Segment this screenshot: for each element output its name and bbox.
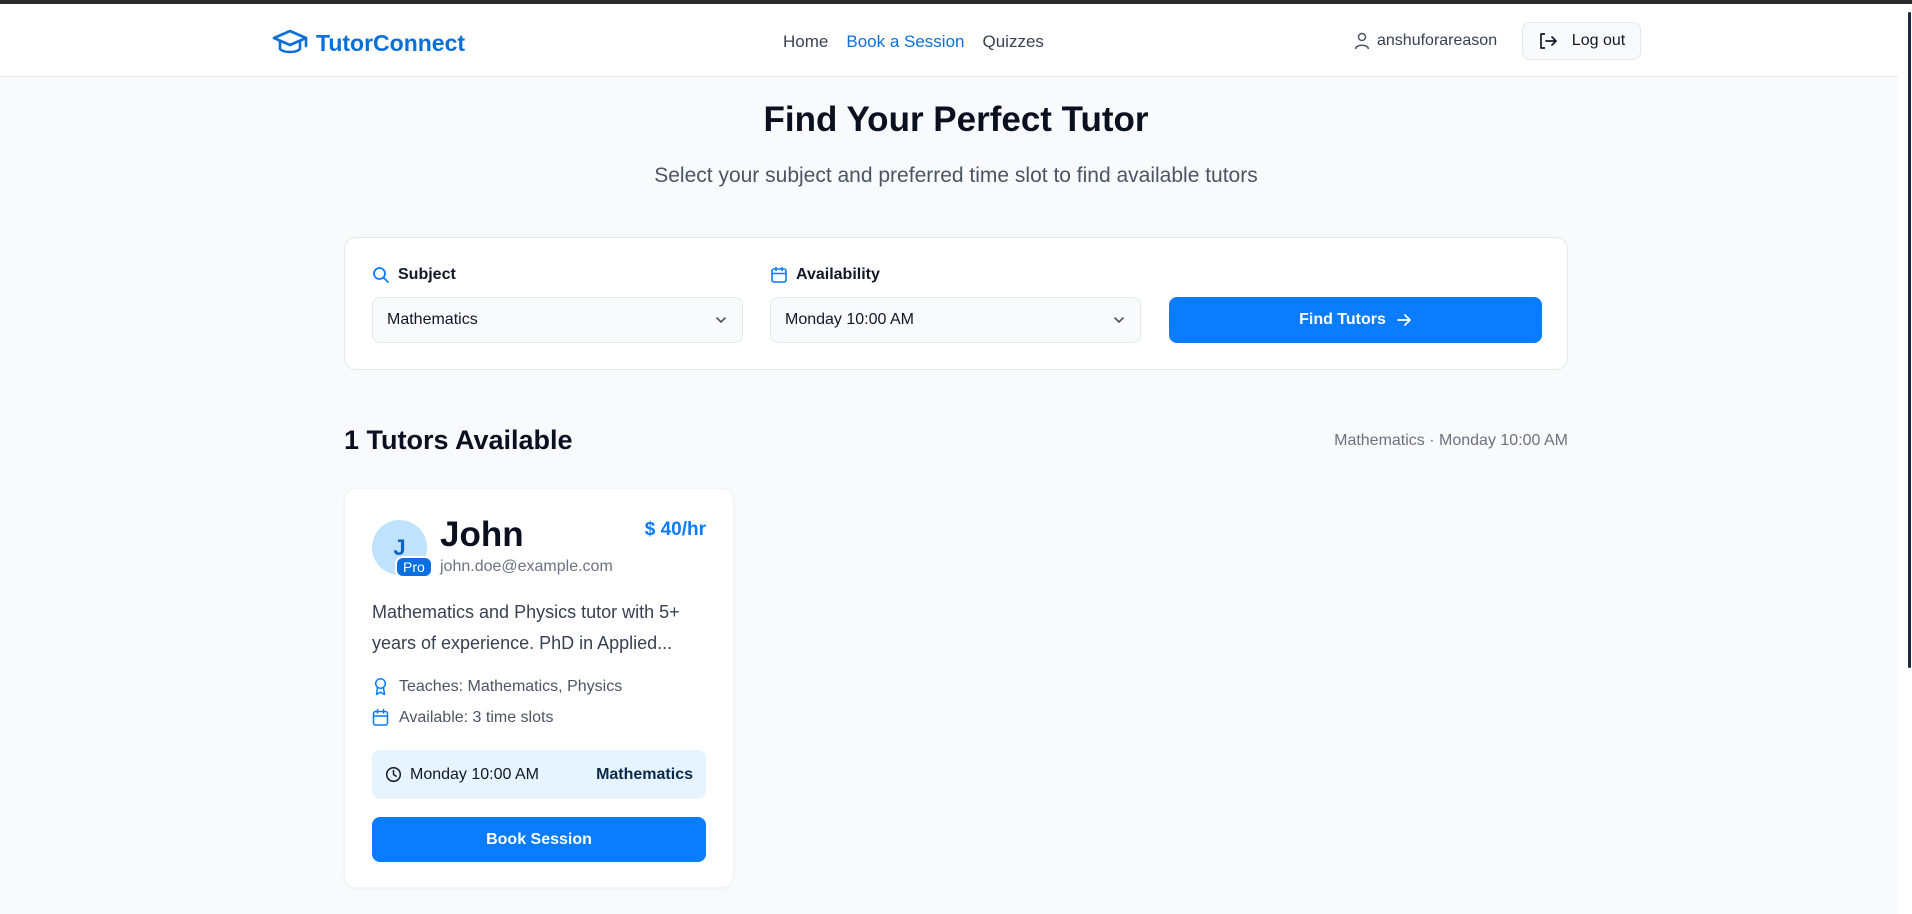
nav-quizzes[interactable]: Quizzes — [983, 32, 1044, 52]
user-icon — [1354, 32, 1370, 50]
calendar-icon — [771, 266, 787, 283]
nav-home[interactable]: Home — [783, 32, 828, 52]
subject-select-value: Mathematics — [387, 311, 478, 328]
tutor-rate-value: 40/hr — [660, 519, 706, 540]
tutor-card: J Pro John john.doe@example.com $ 40/hr … — [344, 488, 734, 888]
nav-book-session[interactable]: Book a Session — [846, 32, 964, 52]
scrollbar-thumb[interactable] — [1908, 12, 1911, 668]
calendar-icon — [372, 708, 389, 726]
availability-select[interactable]: Monday 10:00 AM — [770, 297, 1141, 343]
find-tutors-button[interactable]: Find Tutors — [1169, 297, 1542, 343]
pro-badge: Pro — [395, 556, 433, 578]
dollar-icon: $ — [644, 519, 656, 540]
tutor-bio: Mathematics and Physics tutor with 5+ ye… — [372, 602, 680, 653]
logout-label: Log out — [1571, 32, 1626, 49]
subject-label: Subject — [372, 266, 456, 284]
subject-label-text: Subject — [398, 266, 456, 283]
logout-button[interactable]: Log out — [1522, 22, 1641, 60]
search-icon — [373, 267, 389, 283]
tutor-available: Available: 3 time slots — [399, 708, 554, 726]
chevron-down-icon — [1114, 317, 1124, 323]
clock-icon — [385, 766, 402, 783]
subject-select[interactable]: Mathematics — [372, 297, 743, 343]
find-tutors-label: Find Tutors — [1299, 311, 1386, 328]
results-filter-summary: Mathematics · Monday 10:00 AM — [1334, 432, 1568, 449]
availability-select-value: Monday 10:00 AM — [785, 311, 914, 328]
top-navbar: TutorConnect Home Book a Session Quizzes… — [0, 4, 1912, 77]
username: anshuforareason — [1377, 32, 1498, 49]
page-scrollbar[interactable] — [1898, 8, 1912, 914]
user-info: anshuforareason — [1354, 32, 1497, 50]
graduation-cap-icon — [272, 29, 308, 54]
brand-logo-link[interactable]: TutorConnect — [272, 28, 465, 58]
tutor-name: John — [440, 515, 524, 554]
slot-subject: Mathematics — [596, 765, 693, 783]
matching-time-slot: Monday 10:00 AM Mathematics — [372, 750, 706, 799]
chevron-down-icon — [716, 317, 726, 323]
tutor-email: john.doe@example.com — [440, 558, 613, 575]
main-nav: Home Book a Session Quizzes — [783, 32, 1044, 52]
search-filter-card: Subject Mathematics Availability Monday … — [344, 237, 1568, 370]
brand-name: TutorConnect — [316, 29, 466, 56]
tutor-teaches: Teaches: Mathematics, Physics — [399, 677, 623, 695]
availability-label-text: Availability — [796, 266, 880, 283]
tutor-teaches-row: Teaches: Mathematics, Physics — [372, 677, 622, 696]
tutor-rate: $ 40/hr — [645, 519, 706, 541]
logout-icon — [1539, 33, 1557, 49]
page-subtitle: Select your subject and preferred time s… — [654, 164, 1258, 187]
tutor-availability-row: Available: 3 time slots — [372, 708, 553, 727]
slot-time: Monday 10:00 AM — [410, 765, 539, 783]
book-session-button[interactable]: Book Session — [372, 817, 706, 862]
page-title: Find Your Perfect Tutor — [763, 100, 1149, 139]
award-icon — [374, 677, 387, 696]
results-count-heading: 1 Tutors Available — [344, 425, 573, 455]
availability-label: Availability — [770, 266, 880, 284]
arrow-right-icon — [1396, 314, 1411, 326]
